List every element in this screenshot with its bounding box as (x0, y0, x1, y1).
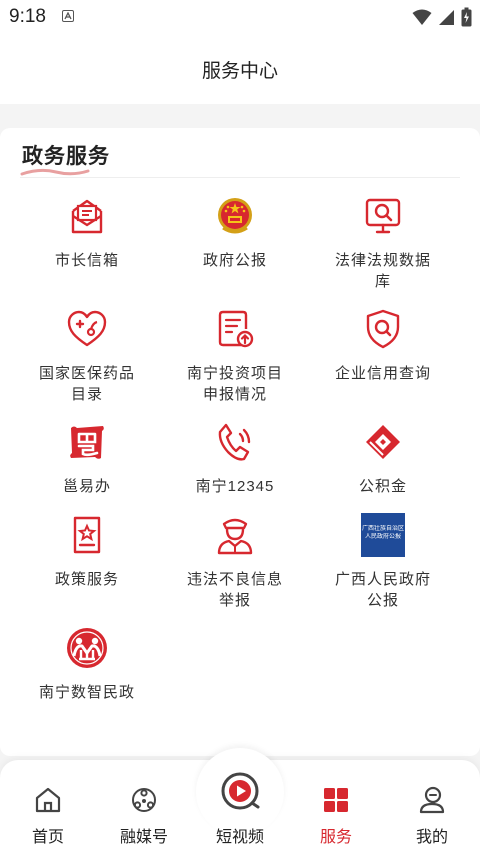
gazette-cover-icon: 广西壮族自治区 人民政府公报 (361, 513, 405, 557)
tab-home[interactable]: 首页 (0, 760, 96, 853)
tab-label: 首页 (31, 829, 64, 846)
service-label: 南宁数智民政 (38, 684, 135, 701)
profile-icon (419, 786, 445, 814)
service-label: 法律法规数据库 (334, 252, 431, 290)
service-label: 国家医保药品目录 (38, 365, 135, 403)
shield-search-icon (366, 309, 400, 349)
section-divider (20, 177, 460, 178)
monitor-search-icon (365, 198, 401, 234)
tab-label: 服务 (319, 829, 352, 846)
service-item-policy-services[interactable]: 政策服务 (12, 513, 162, 590)
video-play-icon (221, 772, 260, 810)
battery-icon (461, 7, 472, 27)
service-label: 违法不良信息举报 (186, 571, 283, 609)
title-underline-decoration (20, 168, 90, 176)
yong-logo-icon (70, 426, 104, 459)
police-officer-icon (217, 518, 253, 555)
tab-label: 短视频 (215, 829, 264, 846)
government-services-card: 政务服务 市长信箱 政府公报 法律法规数据库 国家医保药品目录 南宁投资项目申报… (0, 128, 480, 756)
section-title: 政务服务 (22, 145, 110, 168)
service-item-illegal-info-report[interactable]: 违法不良信息举报 (160, 513, 310, 611)
service-label: 市长信箱 (54, 252, 119, 269)
civil-affairs-logo-icon (67, 628, 107, 668)
service-item-enterprise-credit[interactable]: 企业信用查询 (308, 307, 458, 384)
status-time: 9:18 (9, 6, 46, 27)
signal-icon (439, 10, 454, 25)
service-item-law-database[interactable]: 法律法规数据库 (308, 194, 458, 292)
service-label: 广西人民政府公报 (334, 571, 431, 609)
tab-profile[interactable]: 我的 (384, 760, 480, 853)
service-item-government-gazette[interactable]: 政府公报 (160, 194, 310, 271)
service-item-nanning-12345[interactable]: 南宁12345 (160, 420, 310, 497)
page-title: 服务中心 (201, 61, 278, 82)
home-icon (35, 787, 61, 813)
service-label: 政府公报 (202, 252, 267, 269)
bottom-tab-bar: 首页 融媒号 短视频 服务 我的 (0, 748, 480, 853)
service-label: 政策服务 (54, 571, 119, 588)
service-item-medical-insurance-catalog[interactable]: 国家医保药品目录 (12, 307, 162, 405)
policy-document-icon (73, 516, 101, 554)
service-item-civil-affairs[interactable]: 南宁数智民政 (12, 626, 162, 703)
service-label: 南宁12345 (195, 478, 275, 495)
media-network-icon (132, 788, 156, 812)
wifi-icon (412, 9, 432, 25)
housing-fund-icon (366, 425, 400, 459)
service-item-investment-projects[interactable]: 南宁投资项目申报情况 (160, 307, 310, 405)
notification-icon (62, 10, 74, 22)
service-item-mayor-mailbox[interactable]: 市长信箱 (12, 194, 162, 271)
tab-media[interactable]: 融媒号 (96, 760, 192, 853)
service-label: 南宁投资项目申报情况 (186, 365, 283, 403)
tab-services[interactable]: 服务 (288, 760, 384, 853)
national-emblem-icon (218, 198, 252, 234)
service-label: 公积金 (358, 478, 407, 495)
service-label: 邕易办 (62, 478, 111, 495)
mail-icon (71, 199, 103, 234)
service-label: 企业信用查询 (334, 365, 431, 382)
tab-short-video[interactable]: 短视频 (192, 760, 288, 853)
document-upload-icon (218, 310, 254, 348)
gazette-cover-line-2: 人民政府公报 (364, 534, 401, 540)
gazette-cover-line-1: 广西壮族自治区 (361, 526, 404, 532)
heart-plus-icon (67, 310, 107, 347)
service-item-housing-fund[interactable]: 公积金 (308, 420, 458, 497)
tab-label: 融媒号 (119, 829, 168, 846)
status-bar: 9:18 (0, 0, 480, 34)
tab-label: 我的 (415, 829, 448, 846)
service-item-guangxi-gazette[interactable]: 广西壮族自治区 人民政府公报 广西人民政府公报 (308, 513, 458, 611)
service-item-yong-yi-ban[interactable]: 邕易办 (12, 420, 162, 497)
services-grid-icon (324, 788, 348, 812)
page-header: 服务中心 (0, 34, 480, 104)
phone-call-icon (218, 423, 251, 461)
